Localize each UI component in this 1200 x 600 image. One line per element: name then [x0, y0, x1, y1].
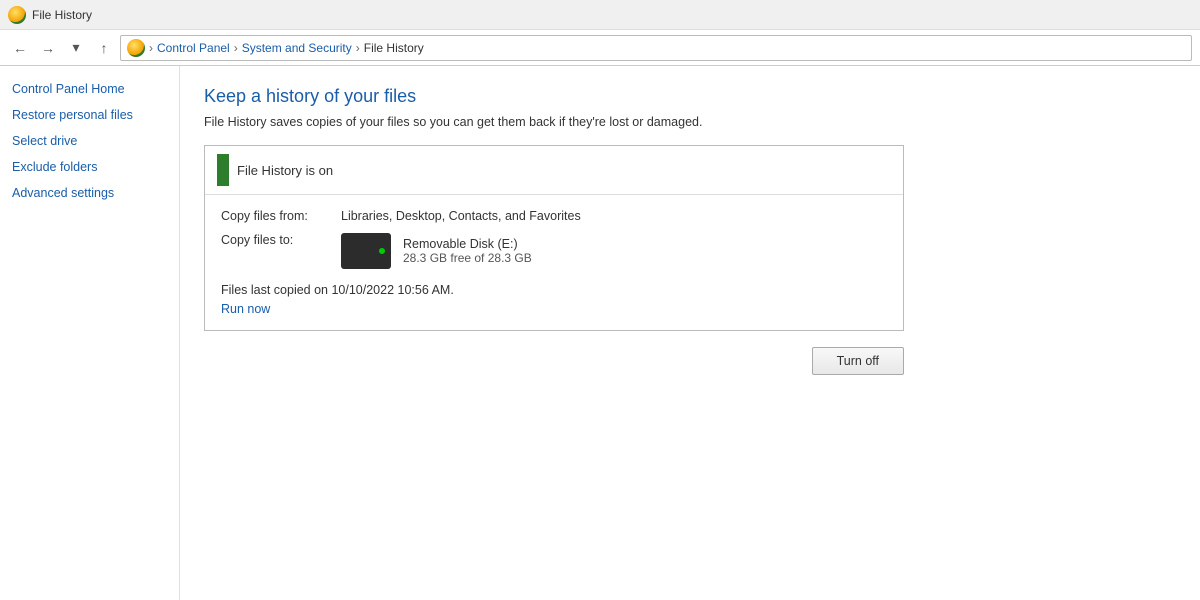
copy-files-to-row: Copy files to: Removable Disk (E:) 28.3 … — [221, 233, 887, 269]
back-button[interactable]: ← — [8, 36, 32, 60]
forward-button[interactable]: → — [36, 36, 60, 60]
turn-off-button[interactable]: Turn off — [812, 347, 904, 375]
action-bar: Turn off — [204, 347, 904, 375]
copy-files-from-label: Copy files from: — [221, 209, 341, 223]
last-copied-section: Files last copied on 10/10/2022 10:56 AM… — [221, 283, 887, 316]
control-panel-icon — [127, 39, 145, 57]
status-box: File History is on Copy files from: Libr… — [204, 145, 904, 331]
breadcrumb-system-security[interactable]: System and Security — [242, 41, 352, 55]
sidebar-item-advanced-settings[interactable]: Advanced settings — [12, 186, 167, 200]
status-body: Copy files from: Libraries, Desktop, Con… — [205, 195, 903, 330]
sidebar-item-exclude-folders[interactable]: Exclude folders — [12, 160, 167, 174]
address-bar: ← → ▾ ↑ › Control Panel › System and Sec… — [0, 30, 1200, 66]
drive-icon — [341, 233, 391, 269]
window-title: File History — [32, 8, 92, 22]
page-heading: Keep a history of your files — [204, 86, 1176, 107]
status-label: File History is on — [237, 163, 333, 178]
drive-name: Removable Disk (E:) — [403, 237, 532, 251]
copy-files-to-label: Copy files to: — [221, 233, 341, 247]
up-button[interactable]: ↑ — [92, 36, 116, 60]
sidebar-item-control-panel-home[interactable]: Control Panel Home — [12, 82, 167, 96]
sidebar: Control Panel Home Restore personal file… — [0, 66, 180, 600]
last-copied-text: Files last copied on 10/10/2022 10:56 AM… — [221, 283, 887, 297]
copy-files-from-value: Libraries, Desktop, Contacts, and Favori… — [341, 209, 581, 223]
title-bar: File History — [0, 0, 1200, 30]
breadcrumb: › Control Panel › System and Security › … — [120, 35, 1192, 61]
drive-info: Removable Disk (E:) 28.3 GB free of 28.3… — [341, 233, 532, 269]
copy-files-from-row: Copy files from: Libraries, Desktop, Con… — [221, 209, 887, 223]
file-history-icon — [8, 6, 26, 24]
drive-text-block: Removable Disk (E:) 28.3 GB free of 28.3… — [403, 237, 532, 265]
content-area: Keep a history of your files File Histor… — [180, 66, 1200, 600]
breadcrumb-control-panel[interactable]: Control Panel — [157, 41, 230, 55]
sidebar-item-select-drive[interactable]: Select drive — [12, 134, 167, 148]
drive-space: 28.3 GB free of 28.3 GB — [403, 251, 532, 265]
page-description: File History saves copies of your files … — [204, 115, 1176, 129]
breadcrumb-file-history: File History — [364, 41, 424, 55]
recent-locations-button[interactable]: ▾ — [64, 36, 88, 60]
run-now-link[interactable]: Run now — [221, 302, 270, 316]
status-header: File History is on — [205, 146, 903, 195]
sidebar-item-restore-personal-files[interactable]: Restore personal files — [12, 108, 167, 122]
status-indicator-green — [217, 154, 229, 186]
main-window: Control Panel Home Restore personal file… — [0, 66, 1200, 600]
